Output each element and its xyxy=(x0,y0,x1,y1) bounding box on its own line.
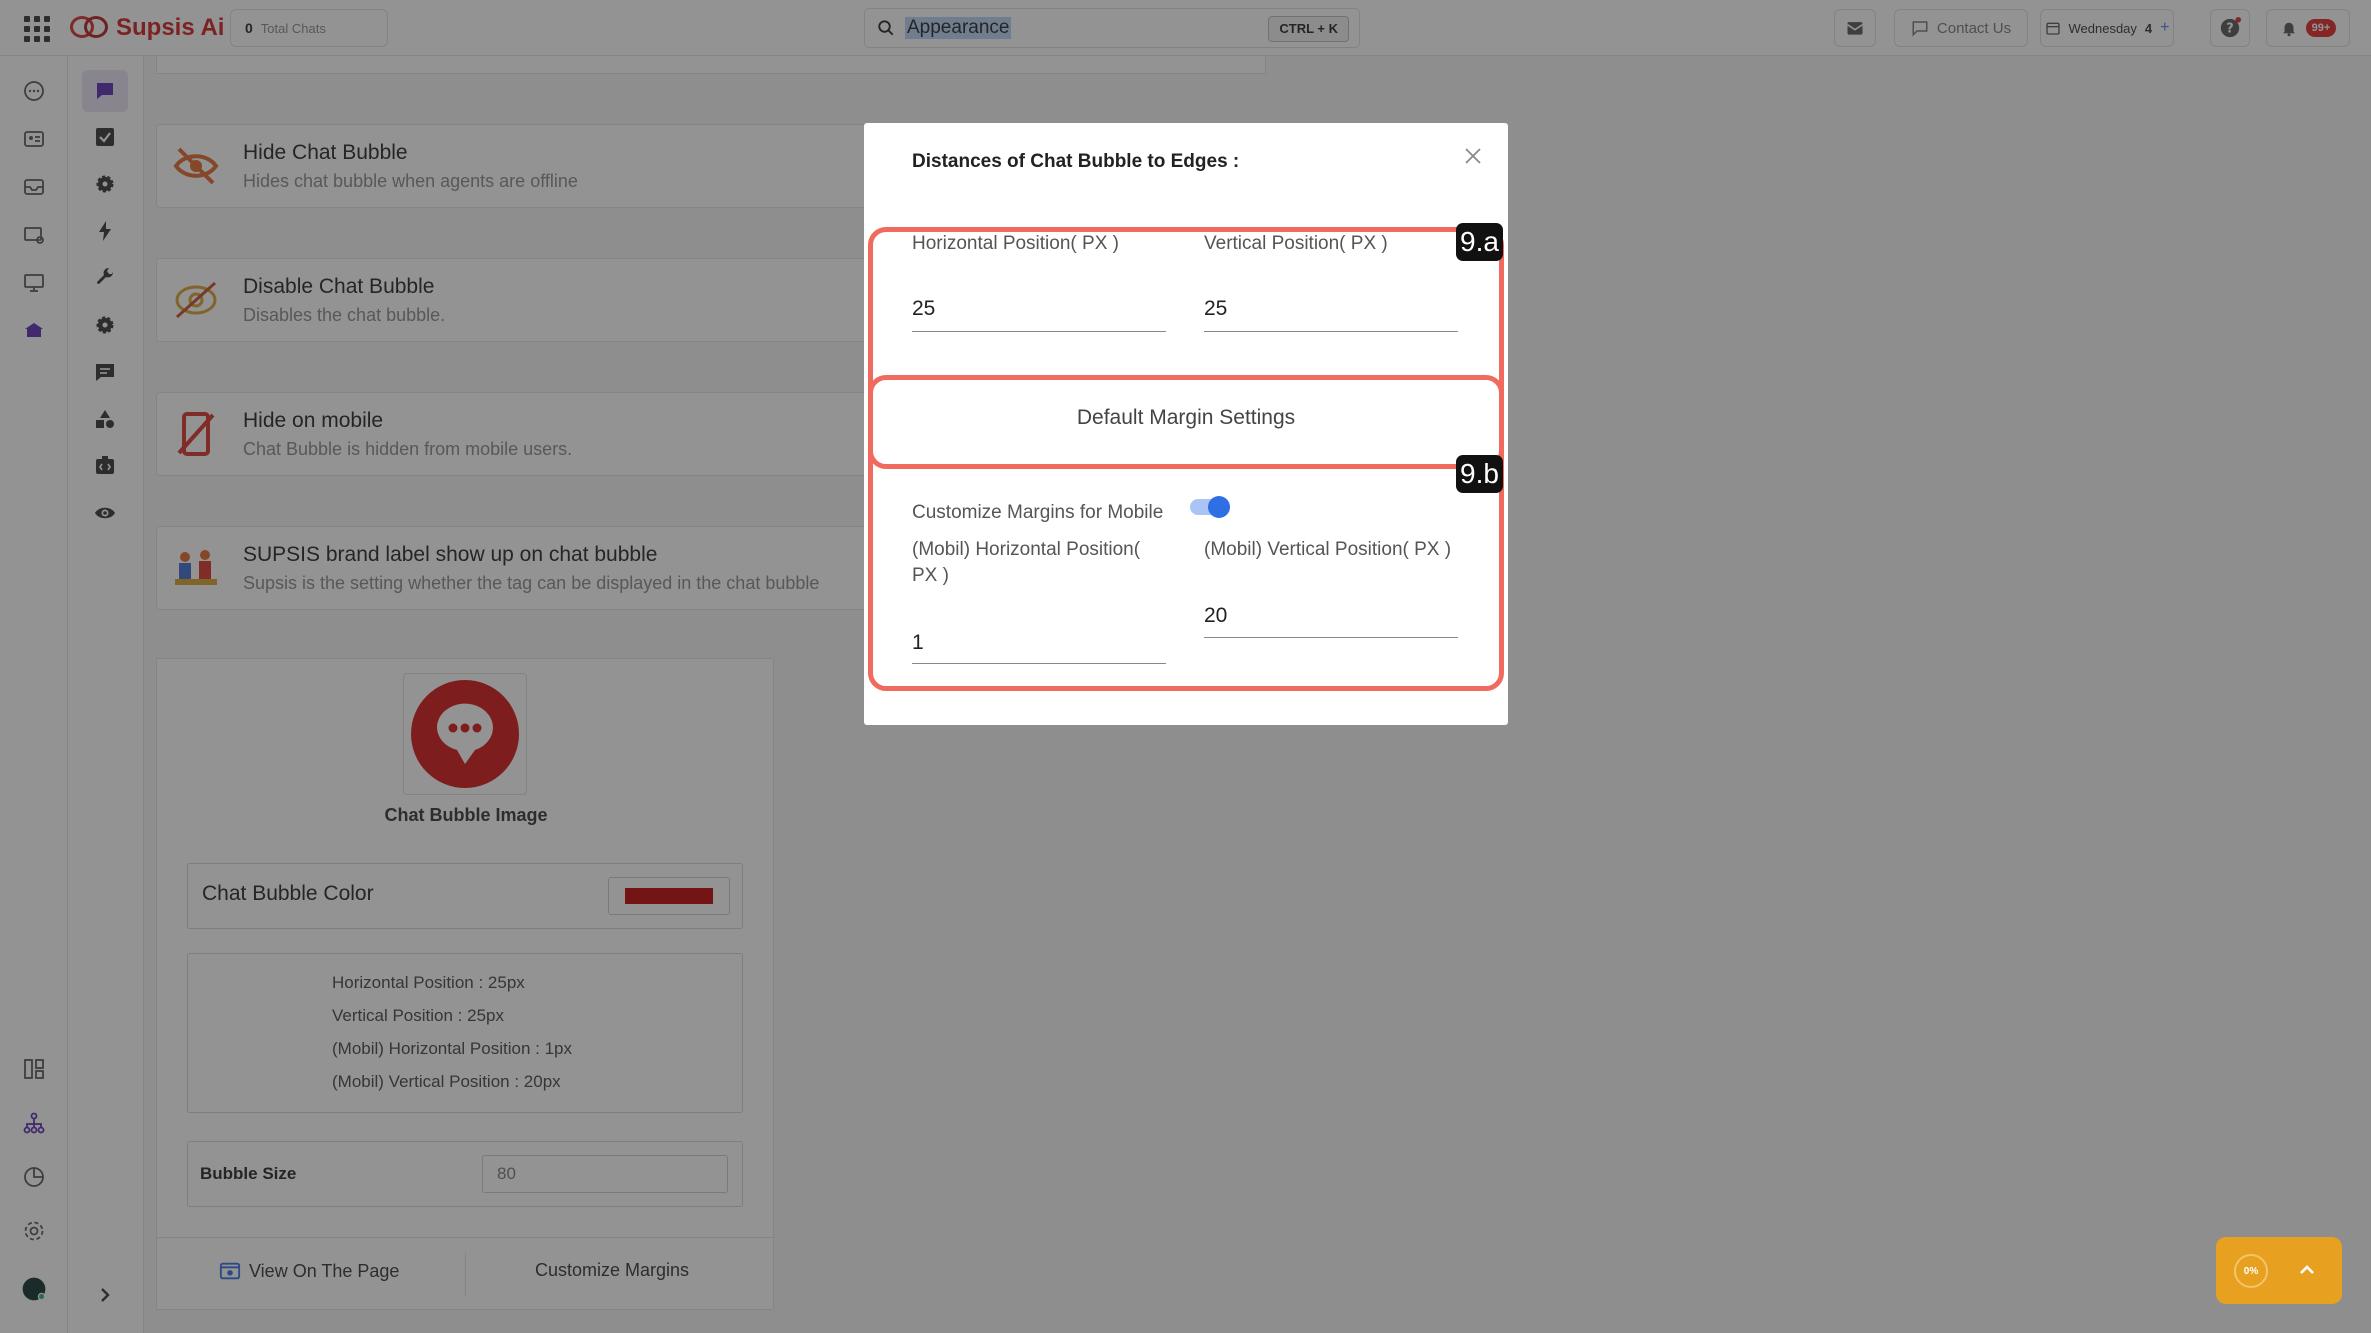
annotation-tag-a: 9.a xyxy=(1456,223,1503,261)
chevron-up-icon[interactable] xyxy=(2298,1261,2316,1279)
progress-percent: 0% xyxy=(2234,1254,2268,1288)
annotation-tag-b: 9.b xyxy=(1456,455,1503,493)
onboarding-progress-widget[interactable]: 0% xyxy=(2216,1237,2342,1304)
edge-distance-modal: Distances of Chat Bubble to Edges : Hori… xyxy=(864,123,1508,725)
modal-title: Distances of Chat Bubble to Edges : xyxy=(912,151,1240,172)
highlight-box-b xyxy=(868,375,1504,691)
close-icon[interactable] xyxy=(1462,145,1484,167)
